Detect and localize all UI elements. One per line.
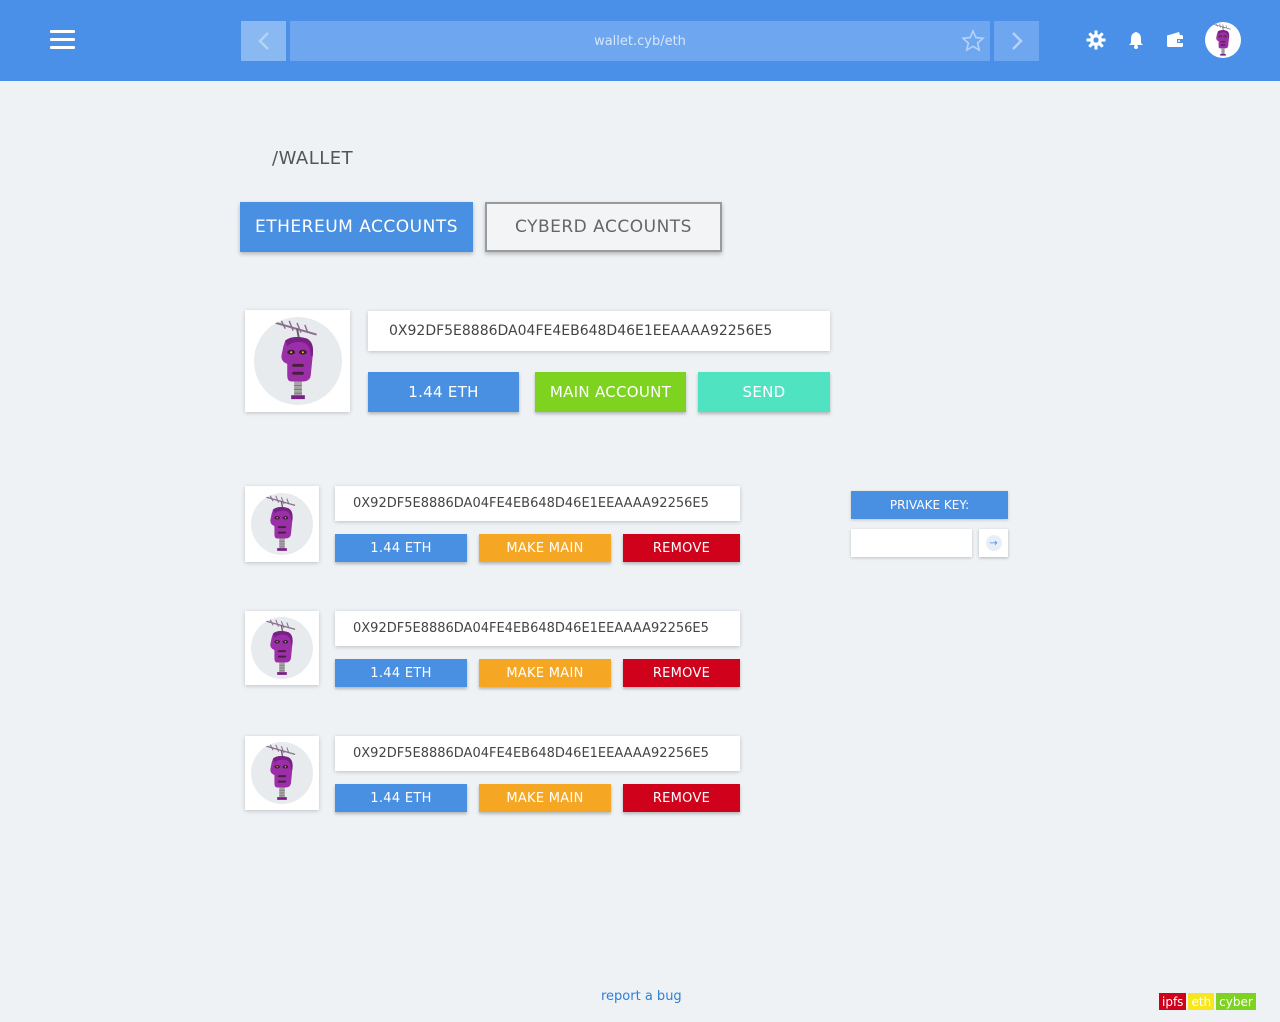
private-key-submit-button[interactable]: → xyxy=(979,529,1008,557)
private-key-input[interactable] xyxy=(851,529,972,557)
address-text: wallet.cyb/eth xyxy=(594,33,686,49)
send-button[interactable]: SEND xyxy=(698,372,830,412)
arrow-right-icon: → xyxy=(985,535,1002,551)
account-address: 0X92DF5E8886DA04FE4EB648D46E1EEAAAA92256… xyxy=(335,736,740,771)
wallet-icon[interactable] xyxy=(1165,30,1185,50)
main-account-button[interactable]: MAIN ACCOUNT xyxy=(535,372,686,412)
gear-icon[interactable] xyxy=(1086,30,1106,50)
remove-button[interactable]: REMOVE xyxy=(623,659,740,687)
top-bar: wallet.cyb/eth xyxy=(0,0,1280,81)
robot-avatar-icon xyxy=(265,744,296,801)
private-key-label: PRIVAKE KEY: xyxy=(851,491,1008,519)
make-main-button[interactable]: MAKE MAIN xyxy=(479,659,611,687)
balance-button[interactable]: 1.44 ETH xyxy=(335,784,467,812)
chevron-right-icon xyxy=(1011,32,1023,50)
make-main-button[interactable]: MAKE MAIN xyxy=(479,784,611,812)
account-address: 0X92DF5E8886DA04FE4EB648D46E1EEAAAA92256… xyxy=(335,611,740,646)
bell-icon[interactable] xyxy=(1126,30,1146,50)
account-avatar xyxy=(245,611,319,685)
address-text: 0X92DF5E8886DA04FE4EB648D46E1EEAAAA92256… xyxy=(353,621,709,636)
balance-button[interactable]: 1.44 ETH xyxy=(335,534,467,562)
robot-avatar-icon xyxy=(274,319,318,401)
address-bar[interactable]: wallet.cyb/eth xyxy=(290,21,990,61)
main-balance-button[interactable]: 1.44 ETH xyxy=(368,372,519,412)
chevron-left-icon xyxy=(257,32,269,50)
avatar[interactable] xyxy=(1205,22,1241,58)
forward-button[interactable] xyxy=(994,21,1039,61)
address-text: 0X92DF5E8886DA04FE4EB648D46E1EEAAAA92256… xyxy=(353,746,709,761)
page-title: /WALLET xyxy=(272,148,354,169)
balance-button[interactable]: 1.44 ETH xyxy=(335,659,467,687)
badge-ipfs[interactable]: ipfs xyxy=(1159,993,1187,1010)
star-icon[interactable] xyxy=(961,29,985,53)
account-avatar xyxy=(245,486,319,562)
report-bug-link[interactable]: report a bug xyxy=(601,989,682,1004)
back-button[interactable] xyxy=(241,21,286,61)
network-badges: ipfs eth cyber xyxy=(1159,993,1256,1010)
main-account-avatar xyxy=(245,310,350,412)
remove-button[interactable]: REMOVE xyxy=(623,784,740,812)
account-address: 0X92DF5E8886DA04FE4EB648D46E1EEAAAA92256… xyxy=(335,486,740,521)
robot-avatar-icon xyxy=(265,495,296,552)
badge-cyber[interactable]: cyber xyxy=(1216,993,1256,1010)
tab-cyberd-accounts[interactable]: CYBERD ACCOUNTS xyxy=(485,202,722,252)
badge-eth[interactable]: eth xyxy=(1188,993,1215,1010)
menu-icon[interactable] xyxy=(50,30,75,50)
account-avatar xyxy=(245,736,319,810)
robot-avatar-icon xyxy=(265,619,296,676)
address-text: 0X92DF5E8886DA04FE4EB648D46E1EEAAAA92256… xyxy=(353,496,709,511)
main-account-address: 0X92DF5E8886DA04FE4EB648D46E1EEAAAA92256… xyxy=(368,311,830,351)
make-main-button[interactable]: MAKE MAIN xyxy=(479,534,611,562)
address-text: 0X92DF5E8886DA04FE4EB648D46E1EEAAAA92256… xyxy=(389,323,773,339)
remove-button[interactable]: REMOVE xyxy=(623,534,740,562)
tab-ethereum-accounts[interactable]: ETHEREUM ACCOUNTS xyxy=(240,202,473,252)
